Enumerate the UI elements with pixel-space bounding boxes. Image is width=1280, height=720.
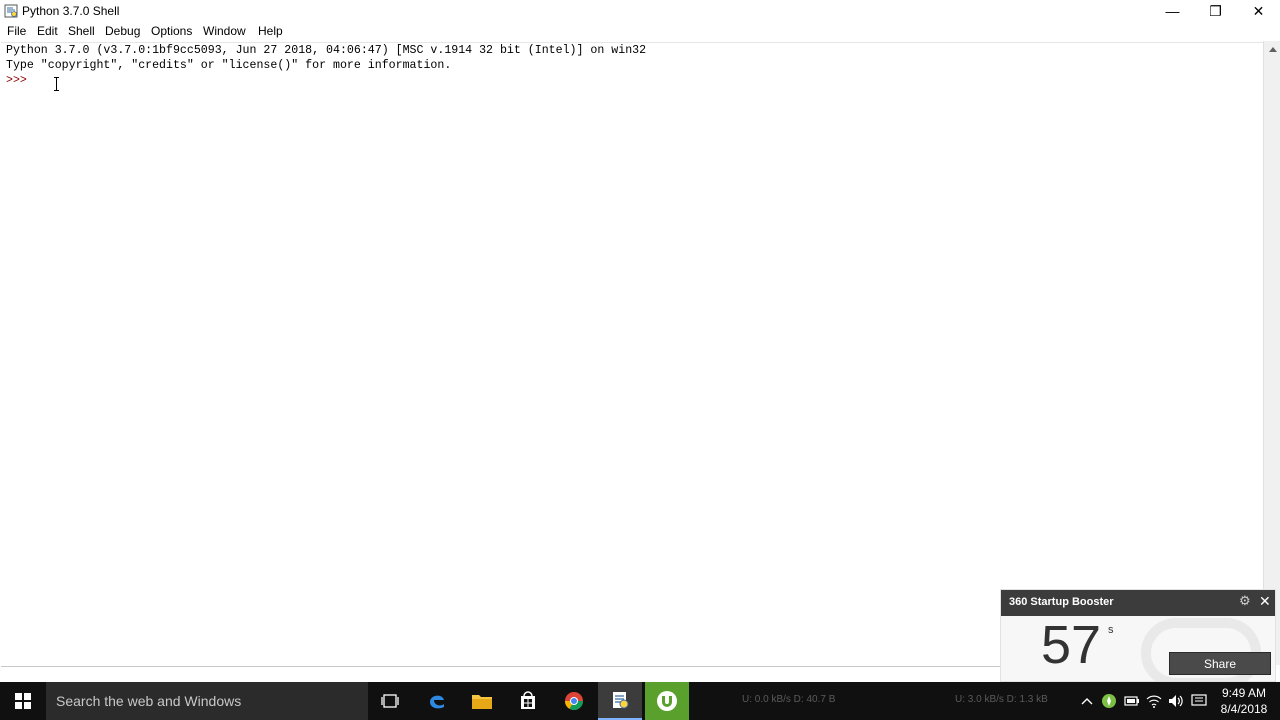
close-icon: ✕ <box>1252 2 1265 19</box>
booster-unit: s <box>1108 624 1114 636</box>
title-bar: Python 3.7.0 Shell — ❐ ✕ <box>0 0 1280 22</box>
python-idle-taskbar-button[interactable] <box>598 682 642 720</box>
menu-file[interactable]: File <box>7 24 26 38</box>
chevron-up-icon[interactable] <box>1078 692 1096 710</box>
python-idle-icon <box>4 4 18 18</box>
shell-prompt: >>> <box>6 74 27 87</box>
menu-bar: File Edit Shell Debug Options Window Hel… <box>0 22 1280 41</box>
search-placeholder: Search the web and Windows <box>56 693 242 709</box>
task-view-icon[interactable] <box>368 682 412 720</box>
notifications-icon[interactable] <box>1190 692 1208 710</box>
taskbar: Search the web and Windows U: 0.0 kB/s D… <box>0 682 1280 720</box>
network-speed-right: U: 3.0 kB/s D: 1.3 kB <box>955 694 1048 705</box>
scroll-up-icon[interactable] <box>1264 41 1280 58</box>
menu-debug[interactable]: Debug <box>105 24 140 38</box>
minimize-icon: — <box>1165 3 1180 19</box>
booster-header: 360 Startup Booster ⚙ ✕ <box>1001 590 1275 616</box>
menu-shell[interactable]: Shell <box>68 24 95 38</box>
banner-line-2: Type "copyright", "credits" or "license(… <box>6 59 452 72</box>
volume-icon[interactable] <box>1167 692 1185 710</box>
window-title: Python 3.7.0 Shell <box>22 4 120 18</box>
restore-icon: ❐ <box>1209 2 1222 19</box>
share-button[interactable]: Share <box>1169 652 1271 675</box>
battery-icon[interactable] <box>1123 692 1141 710</box>
restore-button[interactable]: ❐ <box>1194 0 1237 22</box>
startup-booster-popup: 360 Startup Booster ⚙ ✕ 57 s Share <box>1000 589 1276 682</box>
menu-options[interactable]: Options <box>151 24 192 38</box>
menu-help[interactable]: Help <box>258 24 283 38</box>
file-explorer-icon[interactable] <box>460 682 504 720</box>
booster-seconds: 57 <box>1041 615 1102 675</box>
minimize-button[interactable]: — <box>1151 0 1194 22</box>
menu-edit[interactable]: Edit <box>37 24 58 38</box>
network-speed-left: U: 0.0 kB/s D: 40.7 B <box>742 694 836 705</box>
store-icon[interactable] <box>506 682 550 720</box>
start-button[interactable] <box>0 682 46 720</box>
wifi-icon[interactable] <box>1145 692 1163 710</box>
clock-date: 8/4/2018 <box>1220 702 1268 716</box>
gear-icon[interactable]: ⚙ <box>1239 594 1253 608</box>
windows-logo-icon <box>15 693 31 709</box>
taskbar-clock[interactable]: 9:49 AM 8/4/2018 <box>1214 685 1274 717</box>
taskbar-search[interactable]: Search the web and Windows <box>46 682 368 720</box>
clock-time: 9:49 AM <box>1221 686 1267 700</box>
close-icon[interactable]: ✕ <box>1259 594 1273 608</box>
utorrent-icon[interactable] <box>645 682 689 720</box>
banner-line-1: Python 3.7.0 (v3.7.0:1bf9cc5093, Jun 27 … <box>6 44 647 57</box>
close-button[interactable]: ✕ <box>1237 0 1280 22</box>
vertical-scrollbar[interactable] <box>1263 41 1280 665</box>
text-cursor-icon <box>54 77 59 91</box>
chrome-icon[interactable] <box>552 682 596 720</box>
menu-window[interactable]: Window <box>203 24 246 38</box>
python-idle-icon <box>613 692 629 709</box>
shell-text-area[interactable]: Python 3.7.0 (v3.7.0:1bf9cc5093, Jun 27 … <box>1 42 1263 667</box>
booster-title: 360 Startup Booster <box>1009 596 1114 608</box>
360-security-icon[interactable] <box>1100 692 1118 710</box>
edge-icon[interactable] <box>415 682 459 720</box>
